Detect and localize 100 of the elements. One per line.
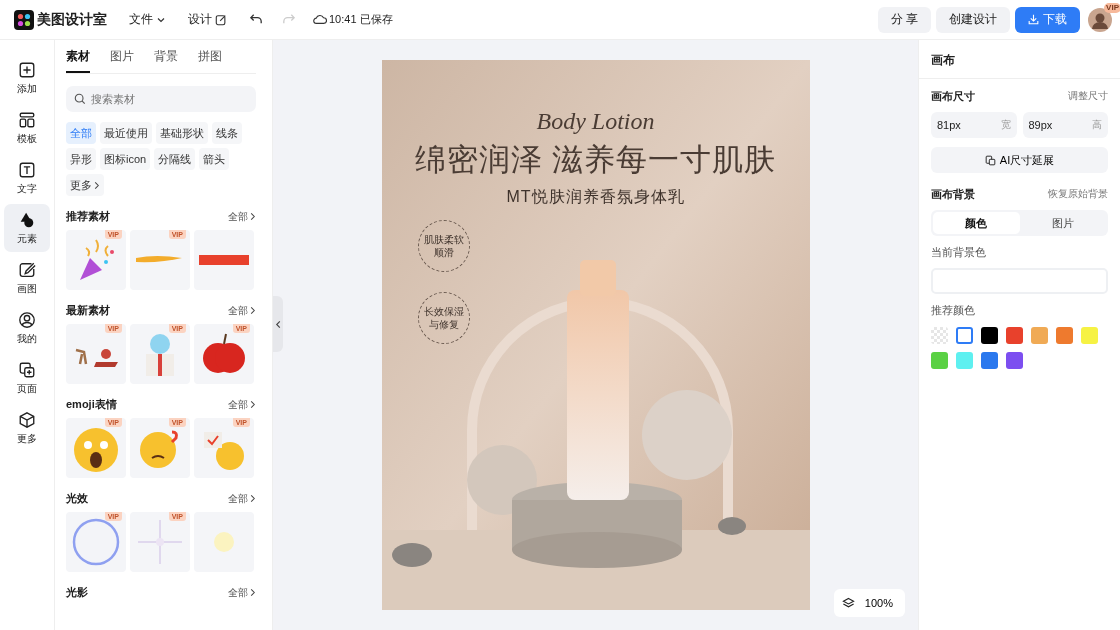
shapes-icon: [18, 210, 36, 229]
edit-icon: [215, 13, 227, 26]
app-name: 美图设计室: [37, 10, 107, 29]
user-icon: [18, 310, 36, 329]
download-button[interactable]: 下载: [1015, 6, 1080, 33]
cloud-icon: [313, 14, 327, 25]
section-title: emoji表情: [66, 397, 117, 412]
filter-chip[interactable]: 基础形状: [156, 122, 208, 144]
glow-drawing: [214, 532, 234, 552]
chevron-right-icon: [249, 212, 256, 221]
apple-drawing: [203, 333, 245, 373]
section-label: 画布背景: [931, 187, 975, 202]
filter-chip[interactable]: 异形: [66, 148, 96, 170]
page-add-icon: [18, 360, 36, 379]
save-status: 10:41 已保存: [329, 12, 393, 27]
inspector-title: 画布: [919, 40, 1120, 79]
zoom-level-button[interactable]: 100%: [860, 597, 897, 609]
color-swatch[interactable]: [956, 327, 973, 344]
sidebar-item[interactable]: 我的: [4, 304, 50, 352]
sidebar-item[interactable]: 模板: [4, 104, 50, 152]
gift-drawing: [146, 334, 174, 376]
ai-extend-button[interactable]: AI尺寸延展: [931, 147, 1108, 173]
section-label: 画布尺寸: [931, 89, 975, 104]
filter-chip[interactable]: 分隔线: [154, 148, 196, 170]
field-label: 推荐颜色: [931, 304, 976, 318]
height-field[interactable]: 89px 高: [1022, 112, 1108, 138]
collapse-handle[interactable]: [273, 296, 283, 352]
draw-icon: [18, 260, 36, 279]
transparent-swatch[interactable]: [931, 327, 948, 344]
create-design-button[interactable]: 创建设计: [936, 6, 1010, 33]
sleigh-drawing: [74, 348, 118, 367]
color-swatch[interactable]: [1006, 352, 1023, 369]
vip-badge: VIP: [1104, 2, 1120, 13]
search-field[interactable]: 搜索素材: [66, 86, 256, 112]
chevron-right-icon: [249, 400, 256, 409]
panel-tab[interactable]: 素材: [66, 40, 90, 73]
filter-chip[interactable]: 全部: [66, 122, 96, 144]
resize-link[interactable]: 调整尺寸: [1068, 90, 1108, 103]
poster-subtitle: MT悦肤润养香氛身体乳: [506, 187, 685, 207]
sidebar-item[interactable]: 画图: [4, 254, 50, 302]
width-field[interactable]: 81px 宽: [931, 112, 1017, 138]
panel-tab[interactable]: 图片: [110, 40, 134, 73]
panel-tab[interactable]: 背景: [154, 40, 178, 73]
bar-drawing: [199, 255, 249, 265]
filter-chip[interactable]: 图标icon: [100, 148, 151, 170]
app-logo-icon: [14, 9, 34, 30]
more-chip[interactable]: 更多: [66, 174, 104, 196]
sidebar-item[interactable]: 文字: [4, 154, 50, 202]
filter-chip[interactable]: 线条: [212, 122, 242, 144]
color-swatch[interactable]: [956, 352, 973, 369]
restore-background-link[interactable]: 恢复原始背景: [1048, 188, 1108, 201]
emoji-drawing: [74, 428, 118, 472]
sidebar-item[interactable]: 更多: [4, 404, 50, 452]
color-swatch[interactable]: [1056, 327, 1073, 344]
view-all-link[interactable]: 全部: [228, 303, 256, 318]
party-popper-drawing: [80, 239, 114, 280]
view-all-link[interactable]: 全部: [228, 585, 256, 600]
emoji-drawing: [204, 432, 244, 470]
color-swatch[interactable]: [1031, 327, 1048, 344]
asset-thumbnail[interactable]: [194, 512, 254, 572]
script-title: Body Lotion: [536, 108, 655, 135]
filter-chip[interactable]: 箭头: [199, 148, 230, 170]
chevron-right-icon: [249, 494, 256, 503]
view-all-link[interactable]: 全部: [228, 397, 256, 412]
color-swatch[interactable]: [981, 352, 998, 369]
chevron-right-icon: [249, 588, 256, 597]
poster-headline: 绵密润泽 滋养每一寸肌肤: [414, 141, 777, 179]
asset-thumbnail[interactable]: [194, 230, 254, 290]
bubble-drawing: [72, 518, 120, 566]
menu-button[interactable]: 设计: [188, 11, 227, 28]
layout-icon: [18, 110, 36, 129]
cube-icon: [18, 410, 36, 429]
field-label: 当前背景色: [931, 246, 987, 260]
panel-tab[interactable]: 拼图: [198, 40, 222, 73]
section-title: 光影: [66, 585, 88, 600]
section-title: 光效: [66, 491, 88, 506]
sidebar-item[interactable]: 页面: [4, 354, 50, 402]
poster-canvas[interactable]: Body Lotion 绵密润泽 滋养每一寸肌肤 MT悦肤润养香氛身体乳 肌肤柔软 顺滑 长效保湿 与修复: [381, 60, 810, 610]
color-swatch[interactable]: [931, 352, 948, 369]
sidebar-item[interactable]: 添加: [4, 54, 50, 102]
view-all-link[interactable]: 全部: [228, 209, 256, 224]
segment-tab[interactable]: 图片: [1019, 212, 1106, 234]
download-icon: [1028, 14, 1039, 25]
text-icon: [18, 160, 36, 179]
layers-icon[interactable]: [841, 596, 855, 610]
color-swatch[interactable]: [981, 327, 998, 344]
sidebar-item[interactable]: 元素: [4, 204, 50, 252]
resize-icon: [984, 154, 996, 166]
segment-tab[interactable]: 颜色: [933, 212, 1020, 234]
color-swatch[interactable]: [1081, 327, 1098, 344]
view-all-link[interactable]: 全部: [228, 491, 256, 506]
filter-chip[interactable]: 最近使用: [100, 122, 152, 144]
color-swatch[interactable]: [1006, 327, 1023, 344]
menu-button[interactable]: 文件: [129, 11, 166, 28]
add-icon: [18, 60, 36, 79]
section-title: 最新素材: [66, 303, 110, 318]
share-button[interactable]: 分 享: [877, 6, 931, 33]
sparkle-drawing: [137, 519, 183, 565]
chevron-right-icon: [93, 180, 100, 190]
section-title: 推荐素材: [66, 209, 110, 224]
